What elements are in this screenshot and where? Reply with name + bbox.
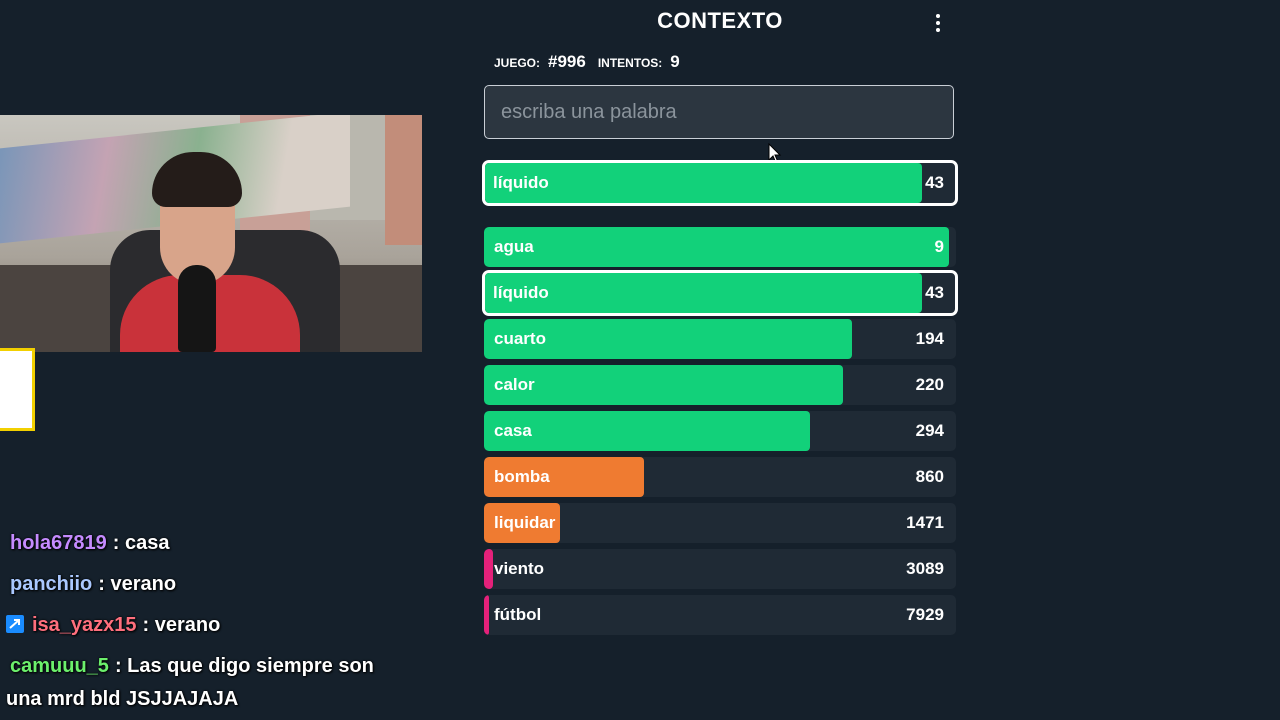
game-stats: JUEGO: #996 INTENTOS: 9 bbox=[494, 52, 684, 72]
chat-username: panchiio bbox=[10, 573, 93, 595]
chat-message: panchiio: verano bbox=[10, 573, 176, 596]
chat-text: : verano bbox=[142, 614, 221, 636]
chat-message: isa_yazx15: verano bbox=[6, 614, 220, 637]
guess-word: fútbol bbox=[494, 605, 542, 624]
guess-word: casa bbox=[494, 421, 532, 440]
guess-progress-bar bbox=[484, 549, 494, 589]
guess-word: agua bbox=[494, 237, 534, 256]
attempts-count: 9 bbox=[670, 52, 680, 71]
guess-row[interactable]: fútbol 7929 bbox=[484, 595, 956, 635]
guess-rank: 294 bbox=[915, 421, 944, 440]
chat-message: camuuu_5: Las que digo siempre son bbox=[10, 655, 374, 678]
guess-word: viento bbox=[494, 559, 545, 578]
page-title: CONTEXTO bbox=[657, 8, 783, 33]
guess-row[interactable]: bomba 860 bbox=[484, 457, 956, 497]
guess-row[interactable]: agua 9 bbox=[484, 227, 956, 267]
guess-word: líquido bbox=[493, 283, 549, 302]
last-guess-word: líquido bbox=[493, 173, 549, 192]
guess-progress-bar bbox=[484, 595, 489, 635]
guess-word: cuarto bbox=[494, 329, 546, 348]
guess-progress-bar bbox=[485, 273, 923, 313]
guess-rank: 3089 bbox=[906, 559, 944, 578]
chat-text: : casa bbox=[112, 532, 170, 554]
guess-rank: 43 bbox=[925, 283, 944, 302]
chat-username: hola67819 bbox=[10, 532, 107, 554]
guess-word: liquidar bbox=[494, 513, 556, 532]
guess-row[interactable]: viento 3089 bbox=[484, 549, 956, 589]
game-number: #996 bbox=[548, 52, 586, 71]
last-guess-row[interactable]: líquido 43 bbox=[482, 160, 958, 206]
chat-text: : Las que digo siempre son bbox=[114, 655, 374, 677]
game-label: JUEGO: bbox=[494, 56, 541, 70]
guess-rank: 7929 bbox=[906, 605, 944, 624]
chat-username: camuuu_5 bbox=[10, 655, 109, 677]
guess-word: bomba bbox=[494, 467, 550, 486]
guess-row[interactable]: calor 220 bbox=[484, 365, 956, 405]
guess-row[interactable]: casa 294 bbox=[484, 411, 956, 451]
chat-message-continuation: una mrd bld JSJJAJAJA bbox=[6, 688, 239, 710]
guess-rank: 860 bbox=[915, 467, 944, 486]
chat-username: isa_yazx15 bbox=[32, 614, 137, 636]
webcam-feed bbox=[0, 115, 422, 352]
guess-row[interactable]: cuarto 194 bbox=[484, 319, 956, 359]
vertical-dots-icon[interactable] bbox=[928, 10, 948, 36]
chat-text: : verano bbox=[98, 573, 177, 595]
prime-badge-icon bbox=[6, 614, 24, 633]
guess-progress-bar bbox=[484, 365, 843, 405]
guess-rank: 220 bbox=[915, 375, 944, 394]
guess-word: calor bbox=[494, 375, 535, 394]
word-input[interactable] bbox=[484, 85, 954, 139]
guess-rank: 194 bbox=[915, 329, 944, 348]
last-guess-rank: 43 bbox=[925, 173, 944, 192]
guess-row-highlighted[interactable]: líquido 43 bbox=[482, 270, 958, 316]
guess-rank: 9 bbox=[934, 237, 944, 256]
guess-progress-bar bbox=[484, 411, 810, 451]
overlay-box bbox=[0, 348, 35, 431]
attempts-label: INTENTOS: bbox=[597, 56, 663, 70]
last-guess-progress-bar bbox=[485, 163, 923, 203]
guess-progress-bar bbox=[484, 227, 949, 267]
guess-rank: 1471 bbox=[906, 513, 944, 532]
chat-message: hola67819: casa bbox=[10, 532, 169, 555]
guess-row[interactable]: liquidar 1471 bbox=[484, 503, 956, 543]
